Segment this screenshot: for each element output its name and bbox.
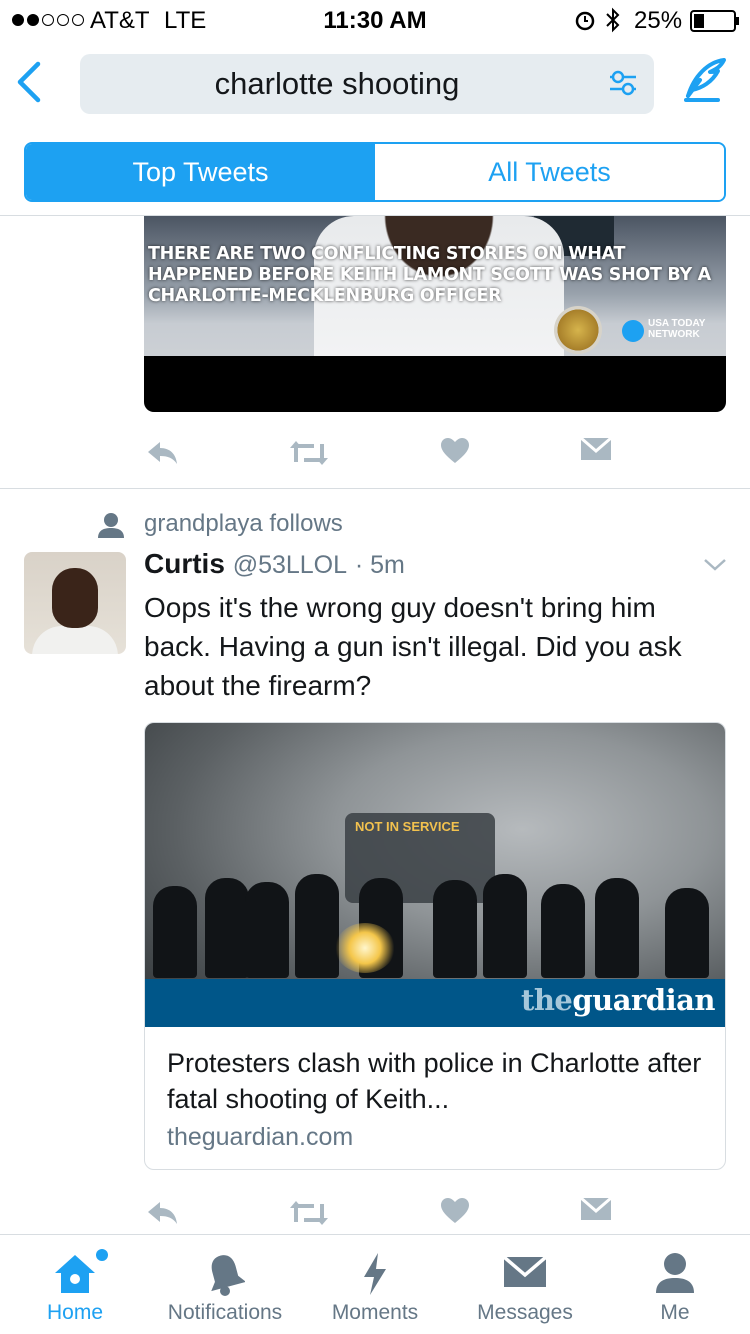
tab-me[interactable]: Me [600,1235,750,1334]
tweet-actions [144,1196,634,1234]
tab-moments[interactable]: Moments [300,1235,450,1334]
tab-all-tweets[interactable]: All Tweets [375,144,724,200]
like-icon[interactable] [440,436,470,466]
usa-today-logo-icon [622,320,644,342]
follow-person-icon [98,513,124,538]
tab-me-label: Me [660,1301,690,1324]
tab-moments-label: Moments [331,1301,419,1324]
reply-icon[interactable] [144,436,180,470]
tweet-timestamp: · 5m [354,551,405,579]
bluetooth-icon [606,7,620,33]
card-title: Protesters clash with police in Charlott… [167,1048,702,1114]
tab-top-tweets[interactable]: Top Tweets [26,144,375,200]
search-query-text: charlotte shooting [214,66,460,101]
home-icon [55,1255,95,1293]
link-preview-card[interactable]: NOT IN SERVICE theguardian Protesters cl… [144,722,726,1170]
chevron-down-icon[interactable] [702,556,728,574]
tweet-actions-previous [144,436,634,476]
social-context-text: grandplaya follows [144,510,343,537]
app-screen: AT&T LTE 11:30 AM 25% charlotte shooting [0,0,750,1334]
tab-home-label: Home [46,1301,104,1324]
search-input[interactable]: charlotte shooting [80,54,654,114]
alarm-icon [575,11,595,31]
back-button[interactable] [10,60,46,104]
video-letterbox [144,356,726,412]
search-results-feed[interactable]: THERE ARE TWO CONFLICTING STORIES ON WHA… [0,216,750,1234]
retweet-icon[interactable] [288,1196,330,1230]
tab-messages-label: Messages [477,1301,573,1324]
bus-sign-text: NOT IN SERVICE [355,819,460,834]
reply-icon[interactable] [144,1196,180,1230]
tweet-text: Oops it's the wrong guy doesn't bring hi… [144,592,682,701]
video-thumbnail[interactable]: THERE ARE TWO CONFLICTING STORIES ON WHA… [144,216,726,412]
bell-icon [211,1255,245,1296]
search-header: charlotte shooting [0,40,750,128]
tab-home[interactable]: Home [0,1235,150,1334]
retweet-icon[interactable] [288,436,330,470]
tweet-divider [0,488,750,489]
tweet-author-line[interactable]: Curtis @53LLOL · 5m [144,548,405,580]
author-handle[interactable]: @53LLOL [233,551,347,579]
battery-icon [690,10,739,32]
battery-percentage: 25% [634,7,683,34]
new-content-dot [96,1249,108,1261]
author-display-name[interactable]: Curtis [144,548,225,579]
card-domain: theguardian.com [167,1123,354,1151]
police-badge [554,306,602,354]
like-icon[interactable] [440,1196,470,1226]
police-line [145,868,725,978]
guardian-logo-bar: theguardian [145,979,725,1027]
bottom-tab-bar: Home Notifications Moments Messages Me [0,1234,750,1334]
tab-notifications-label: Notifications [167,1301,283,1324]
direct-message-icon[interactable] [580,436,612,462]
guardian-logo: theguardian [520,983,716,1017]
status-bar: AT&T LTE 11:30 AM 25% [0,0,750,40]
avatar[interactable] [24,552,126,654]
filter-icon[interactable] [608,69,638,99]
direct-message-icon[interactable] [580,1196,612,1222]
lightning-icon [364,1253,386,1295]
compose-tweet-icon[interactable] [680,56,730,106]
video-source-label: USA TODAY NETWORK [648,318,706,340]
tab-notifications[interactable]: Notifications [150,1235,300,1334]
light-flash [335,923,395,973]
tweet-filter-tabs: Top Tweets All Tweets [24,142,726,202]
tab-messages[interactable]: Messages [450,1235,600,1334]
person-icon [656,1253,694,1293]
card-image: NOT IN SERVICE theguardian [145,723,725,1027]
video-caption: THERE ARE TWO CONFLICTING STORIES ON WHA… [148,244,711,306]
envelope-icon [502,1255,548,1287]
